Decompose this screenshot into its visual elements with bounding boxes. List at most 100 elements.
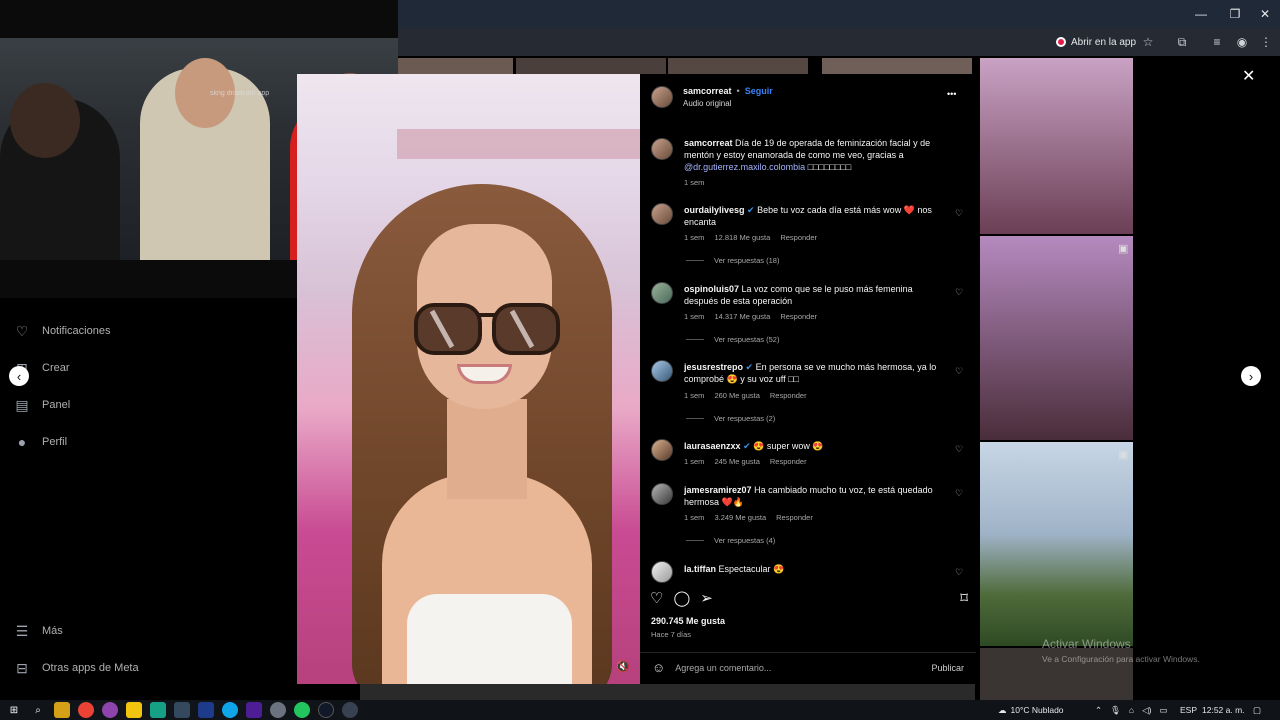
like-comment-icon[interactable]: ♡: [955, 208, 963, 219]
media-control-icon[interactable]: ≡: [1207, 32, 1227, 52]
view-replies-button[interactable]: Ver respuestas (4): [686, 536, 775, 545]
chrome-active-icon[interactable]: [270, 702, 286, 718]
folder-icon[interactable]: [126, 702, 142, 718]
mute-icon[interactable]: 🔇: [616, 660, 630, 673]
close-window-button[interactable]: ✕: [1248, 0, 1280, 28]
view-replies-button[interactable]: Ver respuestas (52): [686, 335, 779, 344]
emoji-icon[interactable]: ☺: [652, 660, 665, 675]
network-icon[interactable]: ⌂: [1129, 705, 1134, 715]
comment-meta: 1 sem 12.818 Me gusta Responder: [684, 233, 818, 242]
reply-button[interactable]: Responder: [776, 513, 813, 522]
sidebar-item-label: Notificaciones: [42, 325, 111, 337]
like-comment-icon[interactable]: ♡: [955, 444, 963, 455]
battery-icon[interactable]: ▭: [1159, 705, 1167, 716]
language-indicator[interactable]: ESP: [1180, 700, 1197, 720]
comment-text: ospinoluis07 La voz como que se le puso …: [684, 284, 913, 306]
chart-icon: ▤: [15, 396, 29, 413]
comment-avatar[interactable]: [651, 561, 673, 583]
restore-button[interactable]: ❐: [1218, 0, 1252, 28]
grid-thumbnail[interactable]: [980, 58, 1133, 234]
cloud-icon: ☁: [998, 704, 1007, 715]
app-icon[interactable]: [174, 702, 190, 718]
comment-avatar[interactable]: [651, 360, 673, 382]
notifications-icon[interactable]: ▢: [1253, 700, 1261, 720]
like-comment-icon[interactable]: ♡: [955, 488, 963, 499]
bookmark-star-icon[interactable]: ☆: [1138, 32, 1158, 52]
comment-avatar[interactable]: [651, 439, 673, 461]
view-replies-button[interactable]: Ver respuestas (2): [686, 414, 775, 423]
chrome-icon[interactable]: [78, 702, 94, 718]
file-app-icon[interactable]: [54, 702, 70, 718]
sidebar-item-label: Perfil: [42, 436, 68, 448]
comment-meta: 1 sem 3.249 Me gusta Responder: [684, 513, 813, 522]
app-icon[interactable]: [150, 702, 166, 718]
sidebar-item-panel[interactable]: ▤ Panel: [14, 394, 70, 416]
chevron-up-icon[interactable]: ⌃: [1095, 705, 1102, 716]
webcam-watermark: skng droidcam.app: [210, 90, 270, 97]
reply-button[interactable]: Responder: [780, 312, 817, 321]
sidebar-item-notificaciones[interactable]: ♡ Notificaciones: [14, 320, 111, 342]
sidebar-item-label: Más: [42, 625, 63, 637]
extensions-icon[interactable]: ⧉: [1172, 32, 1192, 52]
publish-button[interactable]: Publicar: [931, 663, 964, 673]
previous-post-button[interactable]: ‹: [9, 366, 29, 386]
view-replies-button[interactable]: Ver respuestas (18): [686, 256, 779, 265]
weather-widget[interactable]: ☁ 10°C Nublado: [998, 700, 1064, 720]
grid-thumbnail[interactable]: [360, 684, 975, 700]
microphone-icon[interactable]: 🎙: [1110, 705, 1121, 716]
grid-thumbnail[interactable]: [980, 442, 1133, 646]
grid-thumbnail[interactable]: [980, 236, 1133, 440]
grid-thumbnail[interactable]: [516, 58, 666, 74]
follow-button[interactable]: Seguir: [745, 86, 773, 96]
comment-avatar[interactable]: [651, 203, 673, 225]
browser-menu-icon[interactable]: ⋮: [1256, 32, 1276, 52]
comment-avatar[interactable]: [651, 282, 673, 304]
instagram-icon: [1056, 37, 1066, 47]
close-modal-icon[interactable]: ✕: [1242, 66, 1255, 86]
reply-button[interactable]: Responder: [780, 233, 817, 242]
add-comment-bar: ☺ Agrega un comentario... Publicar: [640, 652, 976, 682]
heart-icon: ♡: [15, 322, 29, 339]
whatsapp-icon[interactable]: [294, 702, 310, 718]
caption-avatar[interactable]: [651, 138, 673, 160]
system-tray: ⌃ 🎙 ⌂ ◁) ▭: [1095, 700, 1167, 720]
app-icon[interactable]: [222, 702, 238, 718]
share-icon[interactable]: ➢: [700, 589, 713, 607]
like-icon[interactable]: ♡: [650, 589, 663, 607]
author-username[interactable]: samcorreat: [683, 86, 732, 96]
save-bookmark-icon[interactable]: ⌑: [960, 589, 968, 607]
likes-count[interactable]: 290.745 Me gusta: [651, 616, 725, 626]
search-icon[interactable]: ⌕: [30, 702, 46, 718]
grid-thumbnail[interactable]: [668, 58, 808, 74]
grid-thumbnail[interactable]: [822, 58, 972, 74]
like-comment-icon[interactable]: ♡: [955, 366, 963, 377]
like-comment-icon[interactable]: ♡: [955, 567, 963, 578]
photoshop-icon[interactable]: [198, 702, 214, 718]
app-icon[interactable]: [102, 702, 118, 718]
caption-mention-link[interactable]: @dr.gutierrez.maxilo.colombia: [684, 162, 805, 172]
app-icon[interactable]: [342, 702, 358, 718]
comment-avatar[interactable]: [651, 483, 673, 505]
audio-label[interactable]: Audio original: [683, 99, 731, 108]
open-in-app-button[interactable]: Abrir en la app: [1050, 33, 1142, 51]
minimize-button[interactable]: —: [1184, 0, 1218, 28]
windows-start-icon[interactable]: ⊞: [6, 702, 22, 718]
comment-input[interactable]: Agrega un comentario...: [675, 663, 921, 673]
sidebar-item-perfil[interactable]: ● Perfil: [14, 431, 67, 453]
next-post-button[interactable]: ›: [1241, 366, 1261, 386]
comment-icon[interactable]: ◯: [673, 589, 690, 607]
sidebar-item-otras-apps[interactable]: ⊟ Otras apps de Meta: [14, 657, 138, 679]
volume-icon[interactable]: ◁): [1142, 705, 1151, 716]
obs-icon[interactable]: [318, 702, 334, 718]
like-comment-icon[interactable]: ♡: [955, 287, 963, 298]
reply-button[interactable]: Responder: [770, 457, 807, 466]
grid-thumbnail[interactable]: [398, 58, 513, 74]
author-avatar[interactable]: [651, 86, 673, 108]
sidebar-item-mas[interactable]: ☰ Más: [14, 620, 63, 642]
profile-icon[interactable]: ◉: [1232, 32, 1252, 52]
more-options-icon[interactable]: •••: [947, 89, 956, 99]
premiere-icon[interactable]: [246, 702, 262, 718]
clock[interactable]: 12:52 a. m.: [1202, 700, 1245, 720]
post-video[interactable]: 🔇: [297, 74, 640, 684]
reply-button[interactable]: Responder: [770, 391, 807, 400]
